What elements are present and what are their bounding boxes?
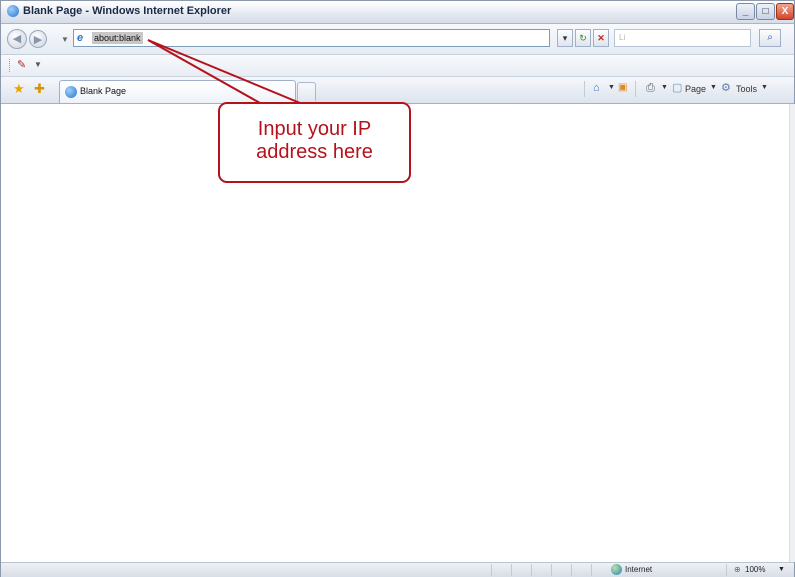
ip-address-callout: Input your IP address here	[218, 102, 411, 183]
callout-leader-line	[147, 39, 301, 104]
callout-leader-line	[147, 39, 261, 104]
callout-text: Input your IP address here	[256, 118, 373, 163]
callout-leader-lines	[147, 39, 301, 104]
